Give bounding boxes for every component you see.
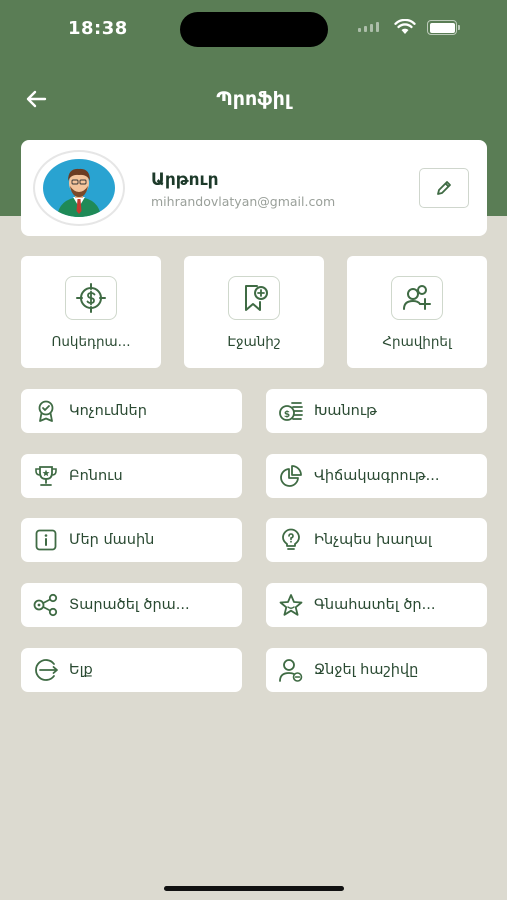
menu-label: Ելք bbox=[69, 662, 93, 678]
menu-achievements-button[interactable]: Կոչումներ bbox=[21, 389, 242, 433]
user-email: mihrandovlatyan@gmail.com bbox=[151, 194, 336, 209]
menu-logout-button[interactable]: Ելք bbox=[21, 648, 242, 692]
menu-share-button[interactable]: Տարածել ծրա... bbox=[21, 583, 242, 627]
menu-rate-button[interactable]: Գնահատել ծր... bbox=[266, 583, 487, 627]
invite-user-icon bbox=[391, 276, 443, 320]
battery-icon bbox=[427, 20, 460, 35]
tile-label: Էջանիշ bbox=[227, 334, 281, 350]
profile-card: Արթուր mihrandovlatyan@gmail.com bbox=[21, 140, 487, 236]
user-avatar-icon bbox=[57, 168, 101, 217]
menu-label: Տարածել ծրա... bbox=[69, 597, 190, 613]
lightbulb-question-icon bbox=[278, 527, 304, 553]
wifi-icon bbox=[394, 19, 416, 35]
edit-profile-button[interactable] bbox=[419, 168, 469, 208]
menu-label: Կոչումներ bbox=[69, 403, 147, 419]
star-icon bbox=[278, 592, 304, 618]
menu-label: Ջնջել հաշիվը bbox=[314, 662, 419, 678]
tile-label: Հրավիրել bbox=[382, 334, 452, 350]
menu-statistics-button[interactable]: Վիճակագրութ... bbox=[266, 454, 487, 498]
avatar bbox=[33, 150, 125, 226]
status-time: 18:38 bbox=[68, 18, 128, 39]
tile-label: Ոսկեդրա... bbox=[51, 334, 131, 350]
page-title: Պրոֆիլ bbox=[216, 88, 291, 110]
svg-text:$: $ bbox=[284, 410, 290, 420]
menu-about-button[interactable]: Մեր մասին bbox=[21, 518, 242, 562]
dynamic-island bbox=[180, 12, 328, 47]
menu-label: Խանութ bbox=[314, 403, 377, 419]
menu-label: Գնահատել ծր... bbox=[314, 597, 436, 613]
logout-icon bbox=[33, 657, 59, 683]
menu-label: Բոնուս bbox=[69, 468, 123, 484]
menu-bonus-button[interactable]: Բոնուս bbox=[21, 454, 242, 498]
user-remove-icon bbox=[278, 657, 304, 683]
menu-how-to-play-button[interactable]: Ինչպես խաղալ bbox=[266, 518, 487, 562]
menu-label: Մեր մասին bbox=[69, 532, 155, 548]
quick-actions: Ոսկեդրա... Էջանիշ Հրավիրել bbox=[21, 256, 487, 368]
user-name: Արթուր bbox=[151, 170, 219, 190]
coins-icon: $ bbox=[278, 398, 304, 424]
pie-chart-icon bbox=[278, 463, 304, 489]
dollar-target-icon bbox=[65, 276, 117, 320]
badge-icon bbox=[33, 398, 59, 424]
tile-bookmark[interactable]: Էջանիշ bbox=[184, 256, 324, 368]
home-indicator bbox=[164, 886, 344, 891]
tile-invite[interactable]: Հրավիրել bbox=[347, 256, 487, 368]
menu-label: Ինչպես խաղալ bbox=[314, 532, 432, 548]
menu-label: Վիճակագրութ... bbox=[314, 468, 440, 484]
share-icon bbox=[33, 592, 59, 618]
status-bar: 18:38 bbox=[0, 0, 507, 58]
bookmark-add-icon bbox=[228, 276, 280, 320]
info-icon bbox=[33, 527, 59, 553]
signal-icon bbox=[358, 22, 379, 32]
pencil-icon bbox=[437, 181, 451, 195]
menu-delete-account-button[interactable]: Ջնջել հաշիվը bbox=[266, 648, 487, 692]
menu-shop-button[interactable]: $ Խանութ bbox=[266, 389, 487, 433]
trophy-icon bbox=[33, 463, 59, 489]
tile-rewards[interactable]: Ոսկեդրա... bbox=[21, 256, 161, 368]
